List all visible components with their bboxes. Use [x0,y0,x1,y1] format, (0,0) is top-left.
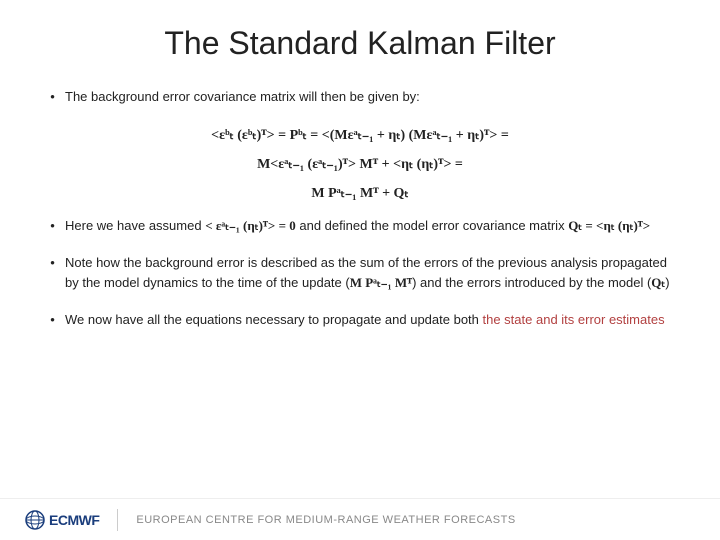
assumption-expression: < εᵃₜ₋₁ (ηₜ)ᵀ> = 0 [205,218,296,233]
footer-org-name: EUROPEAN CENTRE FOR MEDIUM-RANGE WEATHER… [136,514,515,526]
q-definition: Qₜ = <ηₜ (ηₜ)ᵀ> [568,218,650,233]
bullet-2: • Here we have assumed < εᵃₜ₋₁ (ηₜ)ᵀ> = … [40,216,680,236]
bullet-marker: • [40,310,65,330]
bullet-4-text: We now have all the equations necessary … [65,310,680,330]
bullet-marker: • [40,87,65,107]
bullet-marker: • [40,216,65,236]
bullet-marker: • [40,253,65,292]
equation-line-1: <εᵇₜ (εᵇₜ)ᵀ> = Pᵇₜ = <(Mεᵃₜ₋₁ + ηₜ) (Mεᵃ… [40,125,680,146]
logo-text: ECMWF [49,512,99,528]
bullet-3-text: Note how the background error is describ… [65,253,680,292]
footer-separator [117,509,118,531]
bullet-3-post: ) [665,275,669,290]
bullet-4-emphasis: the state and its error estimates [483,312,665,327]
mpam-expression: M Pᵃₜ₋₁ Mᵀ [350,275,412,290]
bullet-1: • The background error covariance matrix… [40,87,680,107]
equation-line-3: M Pᵃₜ₋₁ Mᵀ + Qₜ [40,183,680,204]
slide-content: • The background error covariance matrix… [40,87,680,330]
bullet-2-post: and defined the model error covariance m… [299,218,568,233]
ecmwf-logo: ECMWF [25,510,99,530]
slide-title: The Standard Kalman Filter [40,25,680,62]
bullet-1-text: The background error covariance matrix w… [65,87,680,107]
bullet-2-text: Here we have assumed < εᵃₜ₋₁ (ηₜ)ᵀ> = 0 … [65,216,680,236]
globe-icon [25,510,45,530]
equation-line-2: M<εᵃₜ₋₁ (εᵃₜ₋₁)ᵀ> Mᵀ + <ηₜ (ηₜ)ᵀ> = [40,154,680,175]
bullet-3: • Note how the background error is descr… [40,253,680,292]
bullet-4-pre: We now have all the equations necessary … [65,312,483,327]
bullet-3-mid: ) and the errors introduced by the model… [412,275,651,290]
slide-container: The Standard Kalman Filter • The backgro… [0,0,720,540]
bullet-4: • We now have all the equations necessar… [40,310,680,330]
slide-footer: ECMWF EUROPEAN CENTRE FOR MEDIUM-RANGE W… [0,498,720,540]
qt-expression: Qₜ [651,275,665,290]
bullet-2-pre: Here we have assumed [65,218,205,233]
